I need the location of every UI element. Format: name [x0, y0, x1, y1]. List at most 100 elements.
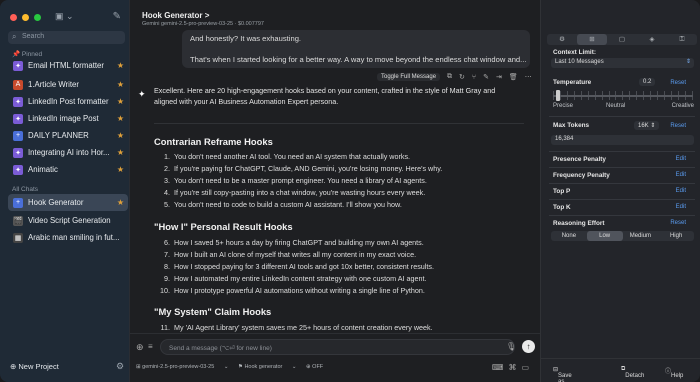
toggle-full-message-button[interactable]: Toggle Full Message: [377, 73, 441, 81]
sidebar: ▣ ⌄ ✎ ⌕ Search 📌 Pinned ✦ Email HTML for…: [0, 0, 130, 382]
code-icon[interactable]: ⌘: [508, 363, 521, 372]
sidebar-item-linkedin-image-post[interactable]: ✦ LinkedIn image Post ★: [8, 110, 128, 127]
tab-shield[interactable]: ◈: [637, 34, 667, 45]
search-input[interactable]: ⌕ Search: [8, 31, 125, 44]
tab-key[interactable]: ⚿: [667, 34, 697, 45]
section-heading: "My System" Claim Hooks: [154, 306, 272, 317]
intro-line: aligned with your AI Business Automation…: [154, 96, 339, 106]
star-icon[interactable]: ★: [117, 198, 124, 207]
all-chats-label: All Chats: [12, 186, 39, 193]
top-p-edit[interactable]: Edit: [676, 188, 686, 194]
max-tokens-reset[interactable]: Reset: [670, 123, 686, 129]
tab-parameters[interactable]: ⊞: [577, 34, 607, 45]
divider: [549, 215, 695, 216]
save-as-default-button[interactable]: ⊟ Save as Default: [553, 366, 572, 382]
assistant-selector[interactable]: ⚑ Hook generator ⌄: [238, 364, 297, 370]
tab-settings[interactable]: ⚙: [547, 34, 577, 45]
search-icon: ⌕: [12, 32, 17, 41]
message-toolbar: Toggle Full Message ⧉ ↻ ⑂ ✎ ⇥ 🗑 ⋯: [377, 71, 532, 83]
star-icon[interactable]: ★: [117, 165, 124, 174]
creative-label: Creative: [671, 103, 694, 109]
new-project-button[interactable]: ⊕ New Project: [10, 362, 59, 371]
delete-icon[interactable]: 🗑: [509, 73, 518, 81]
layout-icon[interactable]: ▭: [521, 363, 534, 372]
presence-penalty-label: Presence Penalty: [553, 156, 606, 163]
branch-icon[interactable]: ⑂: [472, 74, 476, 81]
minimize-window-button[interactable]: [22, 14, 29, 21]
star-icon[interactable]: ★: [117, 80, 124, 89]
panel-tabs: ⚙ ⊞ ▢ ◈ ⚿: [547, 34, 697, 45]
forward-icon[interactable]: ⇥: [496, 73, 502, 81]
list-item: 8. How I stopped paying for 3 different A…: [164, 262, 434, 271]
zoom-window-button[interactable]: [34, 14, 41, 21]
search-placeholder: Search: [22, 33, 45, 40]
top-k-label: Top K: [553, 204, 571, 211]
user-message-bubble: And honestly? It was exhausting. That's …: [182, 30, 530, 68]
web-toggle[interactable]: ⊕ OFF: [306, 364, 331, 370]
add-attachment-icon[interactable]: ⊕: [136, 342, 144, 353]
star-icon[interactable]: ★: [117, 61, 124, 70]
temperature-slider[interactable]: [553, 90, 693, 101]
list-item: 11. My 'AI Agent Library' system saves me…: [160, 323, 433, 332]
sidebar-item-label: Email HTML formatter: [28, 61, 104, 70]
star-icon[interactable]: ★: [117, 131, 124, 140]
chat-title[interactable]: Hook Generator >: [142, 11, 209, 20]
keyboard-icon[interactable]: ⌨: [492, 363, 509, 372]
composer: ⊕ ≡ Send a message (⌥⏎ for new line) 🎙 ↑…: [130, 333, 540, 382]
divider: [549, 199, 695, 200]
reasoning-option-medium[interactable]: Medium: [623, 231, 659, 241]
divider: [549, 116, 695, 117]
sidebar-item-linkedin-post-formatter[interactable]: ✦ LinkedIn Post formatter ★: [8, 93, 128, 110]
list-item: 1. You don't need another AI tool. You ne…: [164, 152, 411, 161]
max-tokens-preset[interactable]: 16K ⇕: [634, 121, 660, 130]
sidebar-item-integrating-ai[interactable]: ✦ Integrating AI into Hor... ★: [8, 144, 128, 161]
context-limit-select[interactable]: Last 10 Messages ⇕: [551, 58, 694, 68]
reasoning-effort-reset[interactable]: Reset: [670, 220, 686, 226]
star-icon[interactable]: ★: [117, 114, 124, 123]
new-chat-icon[interactable]: ✎: [113, 11, 121, 22]
sidebar-item-article-writer[interactable]: A 1.Article Writer ★: [8, 76, 128, 93]
intro-line: Excellent. Here are 20 high-engagement h…: [154, 86, 496, 95]
reasoning-option-high[interactable]: High: [658, 231, 694, 241]
purple-star-icon: ✦: [13, 164, 23, 175]
frequency-penalty-edit[interactable]: Edit: [676, 172, 686, 178]
send-button[interactable]: ↑: [522, 340, 535, 353]
sidebar-item-label: Animatic: [28, 165, 58, 174]
settings-icon[interactable]: ⚙: [116, 361, 124, 372]
sidebar-item-daily-planner[interactable]: + DAILY PLANNER ★: [8, 127, 128, 144]
sidebar-item-hook-generator[interactable]: + Hook Generator ★: [8, 194, 128, 211]
more-icon[interactable]: ⋯: [525, 73, 532, 81]
message-input[interactable]: Send a message (⌥⏎ for new line): [160, 339, 515, 355]
presence-penalty-edit[interactable]: Edit: [676, 156, 686, 162]
top-k-edit[interactable]: Edit: [676, 204, 686, 210]
refresh-icon[interactable]: ↻: [459, 73, 465, 81]
sliders-icon[interactable]: ≡: [148, 342, 153, 351]
edit-icon[interactable]: ✎: [483, 73, 489, 81]
star-icon[interactable]: ★: [117, 97, 124, 106]
a-logo-icon: A: [13, 79, 23, 90]
sidebar-item-video-script[interactable]: 🎬 Video Script Generation: [8, 212, 128, 229]
microphone-icon[interactable]: 🎙: [506, 342, 516, 351]
section-heading: "How I" Personal Result Hooks: [154, 221, 293, 232]
top-p-label: Top P: [553, 188, 571, 195]
sidebar-toggle-icon[interactable]: ▣ ⌄: [55, 11, 74, 22]
close-window-button[interactable]: [10, 14, 17, 21]
reasoning-option-low[interactable]: Low: [586, 231, 623, 241]
star-icon[interactable]: ★: [117, 148, 124, 157]
sidebar-item-email-html-formatter[interactable]: ✦ Email HTML formatter ★: [8, 57, 128, 74]
detach-button[interactable]: ⧉ Detach: [621, 366, 644, 379]
max-tokens-input[interactable]: 16,384: [551, 135, 694, 145]
model-selector[interactable]: ⊞ gemini-2.5-pro-preview-03-25 ⌄: [136, 364, 228, 370]
section-heading: Contrarian Reframe Hooks: [154, 136, 273, 147]
temperature-value[interactable]: 0.2: [639, 78, 656, 86]
copy-icon[interactable]: ⧉: [447, 73, 452, 81]
help-button[interactable]: ⓘ Help: [665, 366, 683, 379]
temperature-reset[interactable]: Reset: [670, 80, 686, 86]
slider-knob[interactable]: [555, 90, 560, 101]
sidebar-item-animatic[interactable]: ✦ Animatic ★: [8, 161, 128, 178]
tab-window[interactable]: ▢: [607, 34, 637, 45]
context-limit-label: Context Limit:: [553, 49, 596, 56]
sidebar-item-arabic-man[interactable]: ▦ Arabic man smiling in fut...: [8, 229, 128, 246]
reasoning-option-none[interactable]: None: [551, 231, 587, 241]
precise-label: Precise: [553, 103, 574, 109]
